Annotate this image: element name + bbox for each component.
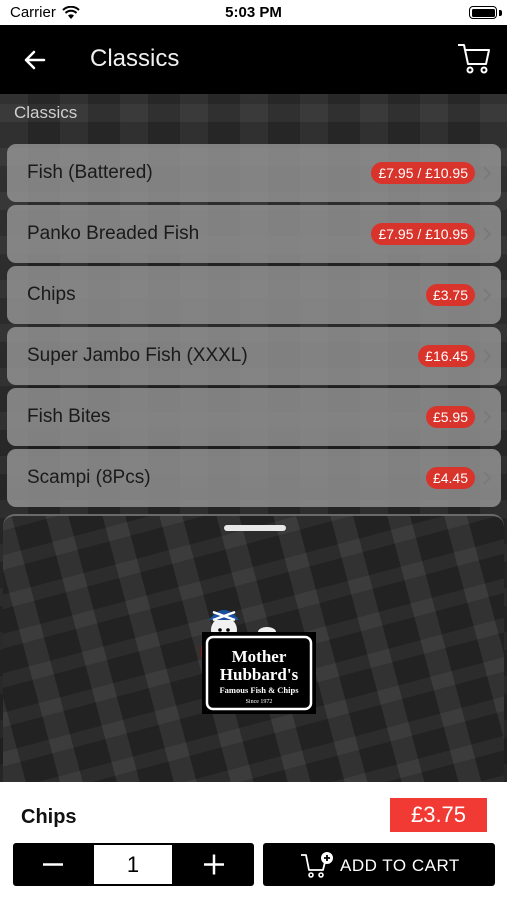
chevron-right-icon (483, 349, 492, 363)
menu-item-price: £4.45 (425, 467, 475, 489)
menu-item-price: £3.75 (425, 284, 475, 306)
drag-handle[interactable] (224, 525, 286, 531)
chevron-right-icon (483, 227, 492, 241)
menu-item-fish-battered[interactable]: Fish (Battered) £7.95 / £10.95 (7, 144, 501, 202)
product-name: Chips (21, 806, 77, 828)
menu-item-name: Fish Bites (27, 406, 111, 427)
add-to-cart-icon (301, 852, 333, 878)
menu-item-scampi[interactable]: Scampi (8Pcs) £4.45 (7, 449, 501, 507)
quantity-stepper (13, 843, 254, 886)
page-title: Classics (90, 45, 180, 72)
logo-line-3: Famous Fish & Chips (219, 685, 299, 695)
menu-item-price: £7.95 / £10.95 (371, 162, 475, 184)
nav-bar: Classics (0, 25, 507, 94)
mother-hubbards-logo: Mother Hubbard's Famous Fish & Chips Sin… (201, 610, 316, 714)
product-sheet: Mother Hubbard's Famous Fish & Chips Sin… (3, 514, 504, 782)
chevron-right-icon (483, 166, 492, 180)
menu-item-name: Super Jambo Fish (XXXL) (27, 345, 248, 366)
back-arrow-icon[interactable] (18, 43, 52, 77)
menu-item-price: £5.95 (425, 406, 475, 428)
battery-icon (469, 6, 497, 19)
product-price: £3.75 (390, 798, 487, 832)
menu-item-name: Panko Breaded Fish (27, 223, 200, 244)
add-to-cart-button[interactable]: ADD TO CART (263, 843, 495, 886)
menu-item-fish-bites[interactable]: Fish Bites £5.95 (7, 388, 501, 446)
menu-item-name: Chips (27, 284, 76, 305)
menu-item-panko-fish[interactable]: Panko Breaded Fish £7.95 / £10.95 (7, 205, 501, 263)
menu-item-name: Fish (Battered) (27, 162, 153, 183)
logo-line-1: Mother (232, 647, 287, 666)
chevron-right-icon (483, 471, 492, 485)
menu-item-super-jambo-fish[interactable]: Super Jambo Fish (XXXL) £16.45 (7, 327, 501, 385)
menu-item-name: Scampi (8Pcs) (27, 467, 151, 488)
add-to-cart-label: ADD TO CART (340, 856, 460, 875)
menu-list: Fish (Battered) £7.95 / £10.95 Panko Bre… (7, 144, 501, 510)
cart-icon[interactable] (455, 39, 493, 77)
status-bar: Carrier 5:03 PM (0, 0, 507, 25)
logo-line-4: Since 1972 (246, 699, 273, 705)
quantity-input[interactable] (94, 845, 172, 884)
logo-line-2: Hubbard's (220, 665, 299, 684)
chevron-right-icon (483, 288, 492, 302)
bottom-panel: Chips £3.75 ADD TO CART (0, 782, 507, 900)
menu-item-price: £16.45 (418, 345, 475, 367)
minus-icon[interactable] (13, 843, 93, 886)
section-header: Classics (14, 103, 78, 122)
chevron-right-icon (483, 410, 492, 424)
battery-nub (499, 10, 502, 16)
menu-item-price: £7.95 / £10.95 (371, 223, 475, 245)
menu-item-chips[interactable]: Chips £3.75 (7, 266, 501, 324)
plus-icon[interactable] (174, 843, 254, 886)
status-time: 5:03 PM (225, 4, 282, 21)
